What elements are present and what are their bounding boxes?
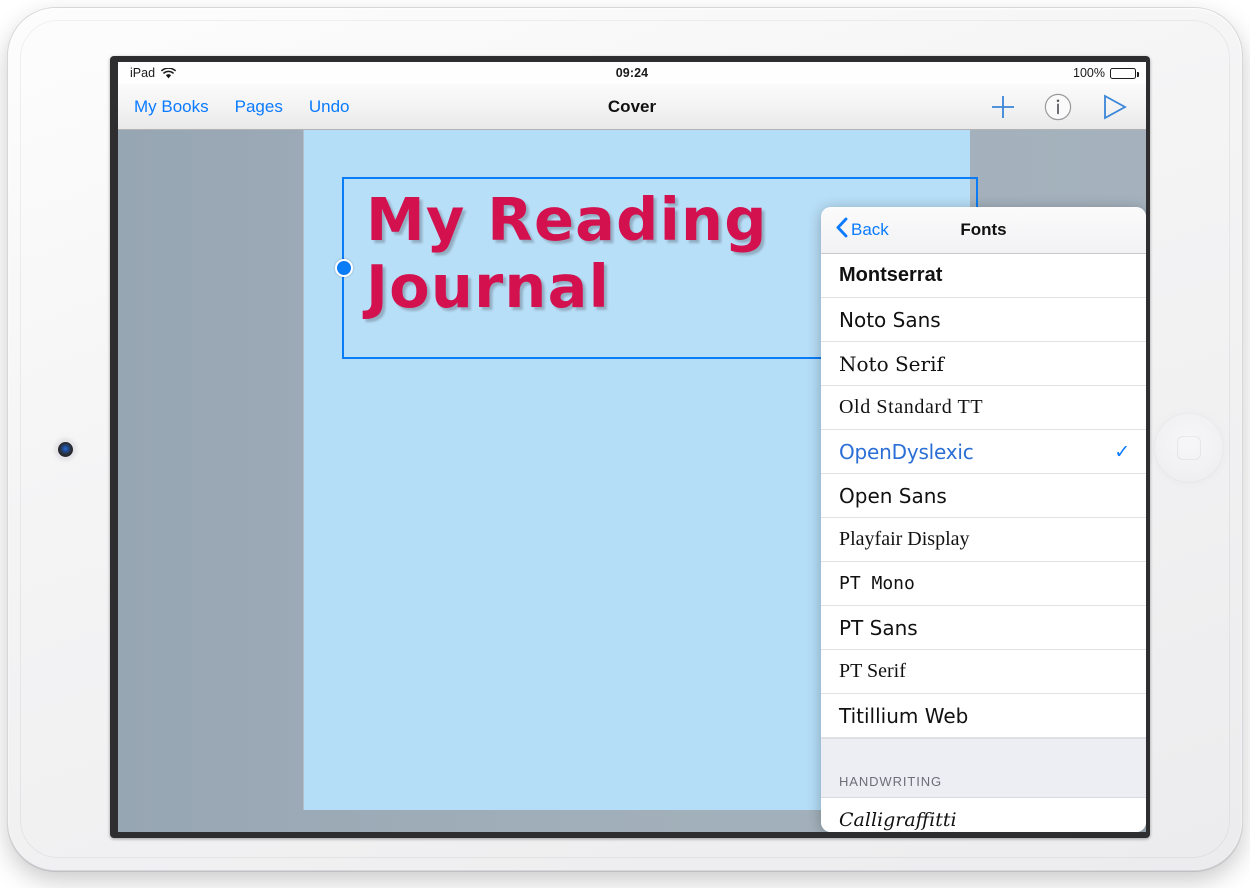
undo-button[interactable]: Undo: [309, 97, 350, 117]
screen-bezel: iPad 09:24 100%: [110, 56, 1150, 838]
editor-workspace: My Reading Journal Back: [118, 130, 1146, 832]
font-list-item[interactable]: Noto Sans: [821, 298, 1146, 342]
front-camera-icon: [58, 442, 73, 457]
font-list-item[interactable]: Playfair Display: [821, 518, 1146, 562]
font-list-item[interactable]: PT Mono: [821, 562, 1146, 606]
toolbar-left-group: My Books Pages Undo: [134, 97, 349, 117]
battery-icon: [1110, 68, 1136, 79]
popover-header: Back Fonts: [821, 207, 1146, 254]
font-name-label: Playfair Display: [839, 528, 970, 551]
font-list-item[interactable]: Montserrat: [821, 254, 1146, 298]
font-name-label: Noto Sans: [839, 308, 941, 332]
font-list-item[interactable]: OpenDyslexic ✓: [821, 430, 1146, 474]
font-name-label: Calligraffitti: [839, 809, 957, 831]
section-header-handwriting: HANDWRITING: [821, 738, 1146, 798]
font-name-label: Old Standard TT: [839, 396, 983, 419]
font-list-item[interactable]: Calligraffitti: [821, 798, 1146, 832]
fonts-popover: Back Fonts Montserrat Noto Sans Noto Serif…: [821, 207, 1146, 832]
checkmark-icon: ✓: [1114, 441, 1130, 463]
font-name-label: OpenDyslexic: [839, 440, 974, 464]
font-name-label: Open Sans: [839, 484, 947, 508]
font-name-label: Montserrat: [839, 264, 942, 287]
font-list-item[interactable]: Titillium Web: [821, 694, 1146, 738]
font-name-label: Noto Serif: [839, 352, 944, 376]
chevron-left-icon: [835, 217, 848, 243]
font-list-item[interactable]: PT Sans: [821, 606, 1146, 650]
font-list-item[interactable]: PT Serif: [821, 650, 1146, 694]
status-bar-clock: 09:24: [118, 62, 1146, 84]
home-button-square-icon: [1177, 436, 1201, 460]
font-list[interactable]: Montserrat Noto Sans Noto Serif Old Standar…: [821, 254, 1146, 832]
my-books-button[interactable]: My Books: [134, 97, 209, 117]
font-list-item[interactable]: Noto Serif: [821, 342, 1146, 386]
clock-time: 09:24: [616, 66, 648, 80]
add-plus-icon[interactable]: [990, 94, 1016, 120]
app-toolbar: My Books Pages Undo Cover: [118, 84, 1146, 130]
font-name-label: PT Serif: [839, 660, 906, 683]
selection-handle[interactable]: [335, 259, 353, 277]
status-bar-right: 100%: [1073, 66, 1136, 80]
font-list-item[interactable]: Open Sans: [821, 474, 1146, 518]
font-name-label: Titillium Web: [839, 704, 968, 728]
font-name-label: PT Sans: [839, 616, 918, 640]
back-button-label: Back: [851, 220, 889, 240]
font-list-item[interactable]: Old Standard TT: [821, 386, 1146, 430]
toolbar-right-group: [990, 93, 1130, 121]
pages-button[interactable]: Pages: [235, 97, 283, 117]
ipad-device-frame: iPad 09:24 100%: [8, 8, 1242, 870]
status-bar: iPad 09:24 100%: [118, 62, 1146, 84]
back-button[interactable]: Back: [835, 217, 889, 243]
ipad-screen: iPad 09:24 100%: [118, 62, 1146, 832]
font-name-label: PT Mono: [839, 573, 915, 594]
info-circle-icon[interactable]: [1044, 93, 1072, 121]
battery-percent-label: 100%: [1073, 66, 1105, 80]
home-button[interactable]: [1154, 413, 1224, 483]
play-triangle-icon[interactable]: [1100, 93, 1130, 121]
